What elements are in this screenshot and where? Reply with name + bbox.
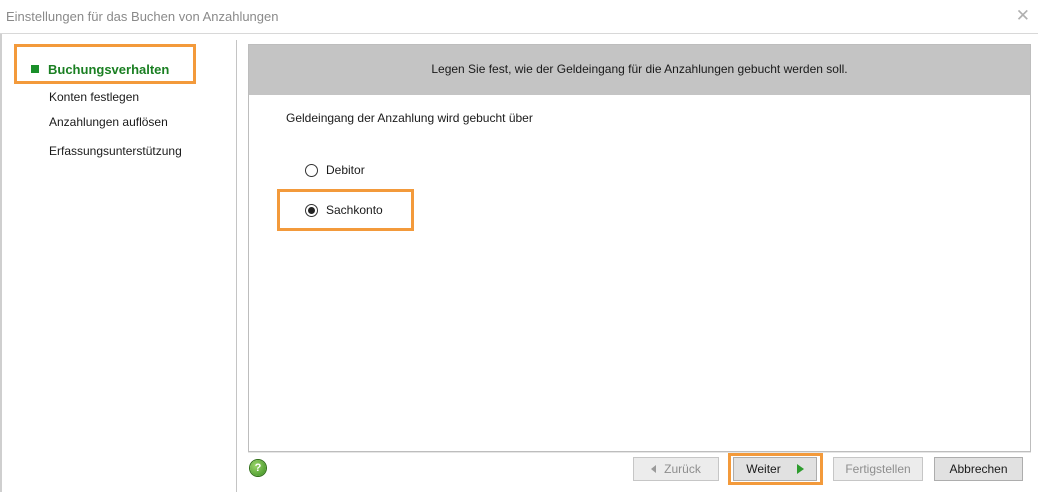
cancel-button[interactable]: Abbrechen bbox=[934, 457, 1023, 481]
arrow-right-icon bbox=[796, 464, 804, 474]
finish-button-label: Fertigstellen bbox=[845, 462, 911, 476]
instruction-banner: Legen Sie fest, wie der Geldeingang für … bbox=[249, 45, 1030, 95]
sidebar-item-konten-festlegen[interactable]: Konten festlegen bbox=[49, 90, 139, 104]
window-left-border bbox=[0, 34, 2, 492]
radio-button-checked[interactable] bbox=[305, 203, 318, 217]
next-button[interactable]: Weiter bbox=[733, 457, 817, 481]
wizard-window: Einstellungen für das Buchen von Anzahlu… bbox=[0, 0, 1038, 492]
panel-divider bbox=[236, 40, 237, 492]
radio-option-debitor[interactable]: Debitor bbox=[305, 163, 365, 177]
help-icon[interactable]: ? bbox=[250, 460, 266, 476]
sidebar-item-anzahlungen-aufloesen[interactable]: Anzahlungen auflösen bbox=[49, 115, 168, 129]
banner-text: Legen Sie fest, wie der Geldeingang für … bbox=[431, 62, 848, 76]
arrow-left-icon bbox=[651, 465, 657, 473]
sidebar: Buchungsverhalten Konten festlegen Anzah… bbox=[14, 34, 236, 492]
radio-label: Debitor bbox=[326, 163, 365, 177]
close-icon[interactable]: ✕ bbox=[1016, 6, 1030, 26]
radio-label: Sachkonto bbox=[326, 203, 383, 217]
back-button-label: Zurück bbox=[664, 462, 701, 476]
question-label: Geldeingang der Anzahlung wird gebucht ü… bbox=[286, 111, 533, 125]
active-step-icon bbox=[31, 65, 39, 73]
sidebar-item-label: Konten festlegen bbox=[49, 90, 140, 104]
footer-divider bbox=[248, 452, 1031, 453]
title-bar: Einstellungen für das Buchen von Anzahlu… bbox=[0, 0, 1038, 34]
cancel-button-label: Abbrechen bbox=[949, 462, 1008, 476]
sidebar-item-label: Anzahlungen auflösen bbox=[49, 115, 168, 129]
radio-button[interactable] bbox=[305, 163, 318, 177]
sidebar-item-erfassungsunterstuetzung[interactable]: Erfassungsunterstützung bbox=[49, 144, 182, 158]
radio-option-sachkonto[interactable]: Sachkonto bbox=[305, 203, 383, 217]
next-button-label: Weiter bbox=[746, 462, 781, 476]
sidebar-item-label: Erfassungsunterstützung bbox=[49, 144, 182, 158]
finish-button[interactable]: Fertigstellen bbox=[833, 457, 923, 481]
sidebar-item-label: Buchungsverhalten bbox=[48, 62, 170, 77]
window-title: Einstellungen für das Buchen von Anzahlu… bbox=[6, 9, 279, 24]
back-button[interactable]: Zurück bbox=[633, 457, 719, 481]
content-panel: Legen Sie fest, wie der Geldeingang für … bbox=[248, 44, 1031, 452]
sidebar-item-buchungsverhalten[interactable]: Buchungsverhalten bbox=[31, 62, 169, 77]
